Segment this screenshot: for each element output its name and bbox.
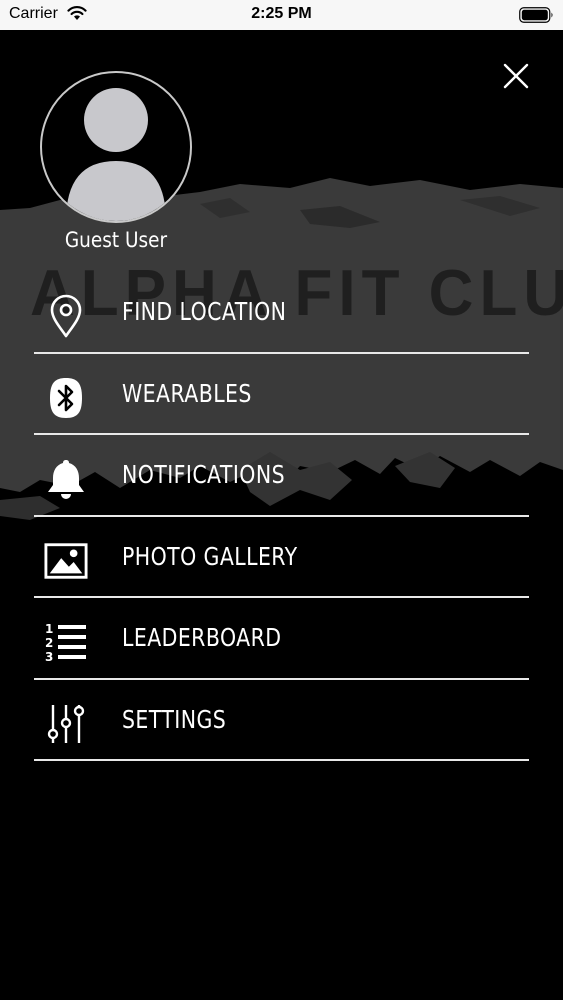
- close-button[interactable]: [498, 58, 534, 94]
- map-pin-icon: [44, 294, 88, 338]
- side-drawer: ALPHA FIT CLUB Guest User FIND LOCATION: [0, 30, 563, 1000]
- bell-icon: [44, 457, 88, 501]
- avatar[interactable]: [40, 71, 192, 223]
- status-bar: Carrier 2:25 PM: [0, 0, 563, 30]
- menu-item-label: PHOTO GALLERY: [122, 541, 298, 571]
- menu-item-leaderboard[interactable]: 1 2 3 LEADERBOARD: [34, 598, 529, 680]
- menu-item-settings[interactable]: SETTINGS: [34, 680, 529, 761]
- menu-item-find-location[interactable]: FIND LOCATION: [34, 272, 529, 354]
- drawer-menu: FIND LOCATION WEARABLES NOTIFICATIONS PH…: [34, 272, 529, 761]
- sliders-icon: [44, 702, 88, 746]
- user-placeholder-icon: [66, 88, 166, 221]
- menu-item-photo-gallery[interactable]: PHOTO GALLERY: [34, 517, 529, 598]
- menu-item-wearables[interactable]: WEARABLES: [34, 354, 529, 435]
- user-name: Guest User: [64, 228, 168, 252]
- ranked-list-icon: 1 2 3: [44, 620, 88, 664]
- close-icon: [503, 63, 529, 89]
- menu-item-label: LEADERBOARD: [122, 623, 282, 652]
- menu-item-notifications[interactable]: NOTIFICATIONS: [34, 435, 529, 517]
- bluetooth-icon: [44, 376, 88, 420]
- svg-text:3: 3: [45, 650, 53, 664]
- svg-text:2: 2: [45, 636, 53, 650]
- image-icon: [44, 539, 88, 583]
- status-time: 2:25 PM: [251, 5, 312, 22]
- menu-item-label: WEARABLES: [122, 378, 252, 408]
- svg-text:1: 1: [45, 622, 53, 636]
- battery-full-icon: [519, 7, 553, 23]
- menu-item-label: FIND LOCATION: [122, 297, 287, 326]
- menu-item-label: SETTINGS: [122, 704, 227, 734]
- menu-item-label: NOTIFICATIONS: [122, 460, 286, 489]
